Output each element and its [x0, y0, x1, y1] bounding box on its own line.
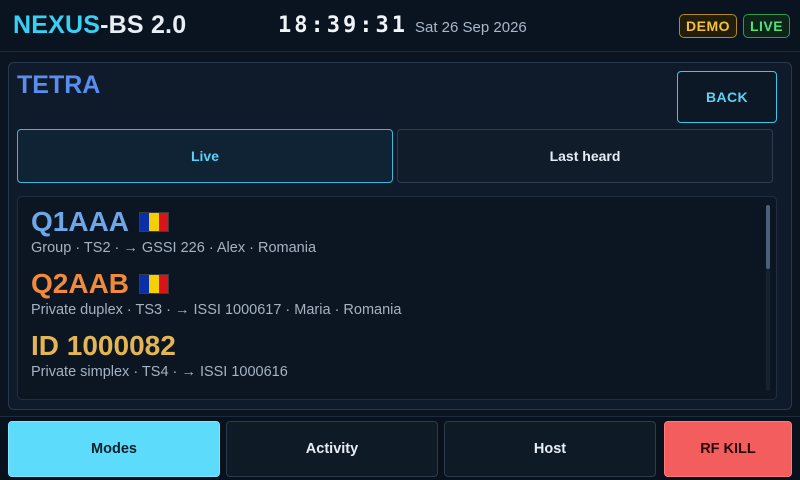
live-badge: LIVE [743, 14, 790, 38]
list-item[interactable]: Q1AAA Group · TS2 · → GSSI 226 · Alex · … [31, 206, 316, 256]
rf-kill-button[interactable]: RF KILL [664, 421, 792, 477]
top-bar: NEXUS-BS 2.0 18:39:31 Sat 26 Sep 2026 DE… [0, 0, 800, 52]
scroll-thumb[interactable] [766, 205, 770, 269]
callsign-text: Q2AAB [31, 268, 130, 299]
callsign: ID 1000082 [31, 330, 288, 362]
romania-flag-icon [139, 212, 170, 232]
list-item[interactable]: Q2AAB Private duplex · TS3 · → ISSI 1000… [31, 268, 401, 318]
list-scrollbar[interactable] [766, 205, 770, 391]
callsign: Q1AAA [31, 206, 316, 238]
date: Sat 26 Sep 2026 [415, 19, 527, 36]
callsign: Q2AAB [31, 268, 401, 300]
demo-badge: DEMO [679, 14, 737, 38]
tab-last-heard[interactable]: Last heard [397, 129, 773, 183]
bottom-nav: Modes Activity Host RF KILL [0, 416, 800, 480]
brand-accent: NEXUS [13, 11, 101, 39]
page-title: TETRA [17, 71, 101, 99]
callsign-text: Q1AAA [31, 206, 130, 237]
brand-version: -BS 2.0 [100, 11, 187, 39]
app-brand: NEXUS-BS 2.0 [13, 11, 186, 40]
entry-meta: Private simplex · TS4 · → ISSI 1000616 [31, 364, 288, 380]
back-button[interactable]: BACK [677, 71, 777, 123]
romania-flag-icon [139, 274, 170, 294]
tab-live[interactable]: Live [17, 129, 393, 183]
entry-meta: Group · TS2 · → GSSI 226 · Alex · Romani… [31, 240, 317, 256]
callsign-text: ID 1000082 [31, 330, 176, 361]
list-item[interactable]: ID 1000082 Private simplex · TS4 · → ISS… [31, 330, 288, 380]
entry-meta: Private duplex · TS3 · → ISSI 1000617 · … [31, 302, 402, 318]
activity-list[interactable]: Q1AAA Group · TS2 · → GSSI 226 · Alex · … [17, 196, 777, 400]
clock: 18:39:31 [278, 13, 408, 38]
host-button[interactable]: Host [444, 421, 656, 477]
tetra-panel: TETRA BACK Live Last heard Q1AAA Group ·… [8, 62, 792, 410]
activity-button[interactable]: Activity [226, 421, 438, 477]
modes-button[interactable]: Modes [8, 421, 220, 477]
